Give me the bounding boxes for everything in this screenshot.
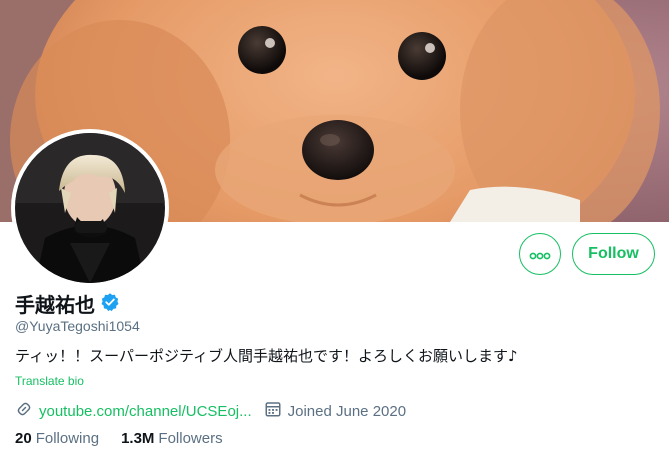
- profile-website-link[interactable]: youtube.com/channel/UCSEoj...: [39, 403, 252, 420]
- more-options-icon: [529, 245, 551, 264]
- followers-stat-link[interactable]: 1.3M Followers: [121, 430, 223, 447]
- following-count: 20: [15, 430, 32, 447]
- follow-button-label: Follow: [588, 245, 639, 262]
- following-stat-link[interactable]: 20 Following: [15, 430, 99, 447]
- translate-bio-link[interactable]: Translate bio: [15, 374, 84, 388]
- profile-handle: @YuyaTegoshi1054: [15, 318, 140, 334]
- followers-label: Followers: [158, 430, 223, 447]
- verified-badge-icon: [100, 292, 120, 316]
- calendar-icon: [264, 400, 282, 422]
- following-label: Following: [35, 430, 100, 447]
- profile-avatar[interactable]: [11, 129, 169, 287]
- profile-bio: ティッ！！スーパーポジティブ人間手越祐也です！よろしくお願いします♪: [15, 347, 518, 365]
- follow-button[interactable]: Follow: [572, 233, 655, 275]
- joined-date-text: Joined June 2020: [287, 402, 407, 420]
- profile-stats: 20 Following 1.3M Followers: [15, 430, 223, 447]
- profile-meta-row: youtube.com/channel/UCSEoj... Joined Jun…: [15, 400, 406, 422]
- joined-date: Joined June 2020: [264, 400, 406, 422]
- profile-name-row: 手越祐也: [15, 289, 120, 318]
- more-options-button[interactable]: [519, 233, 561, 275]
- followers-count: 1.3M: [121, 430, 155, 447]
- display-name: 手越祐也: [15, 293, 95, 317]
- link-icon: [15, 400, 33, 422]
